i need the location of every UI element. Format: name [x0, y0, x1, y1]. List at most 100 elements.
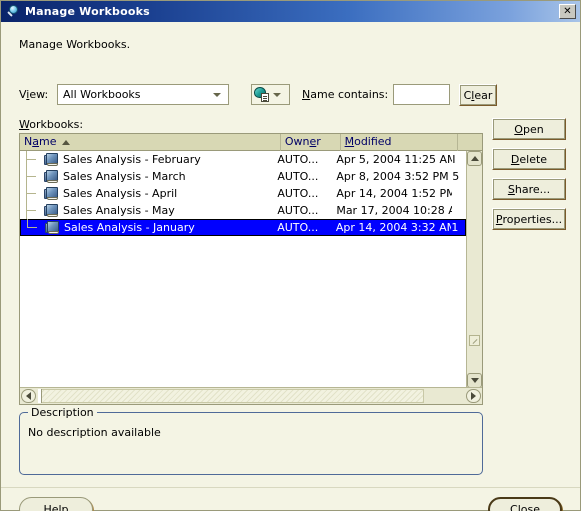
- workbook-icon: [44, 170, 59, 183]
- workbook-icon: [44, 187, 59, 200]
- triangle-right-icon: [471, 392, 476, 400]
- row-name-cell: Sales Analysis - February: [20, 151, 277, 168]
- row-owner-cell: AUTO...: [277, 153, 319, 166]
- triangle-up-icon: [470, 156, 479, 161]
- share-button-post: hare...: [514, 182, 551, 196]
- row-extra-cell: I: [452, 153, 456, 166]
- close-button[interactable]: Cl ose: [488, 497, 562, 511]
- clear-button-post: ear: [474, 88, 493, 102]
- row-modified-cell: Apr 14, 2004 3:32 AM: [335, 221, 452, 234]
- column-header-modified-post: odified: [354, 134, 392, 148]
- table-row[interactable]: Sales Analysis - May AUTO... Mar 17, 2004 …: [20, 202, 466, 219]
- manage-workbooks-dialog: Manage Workbooks ✕ Manage Workbooks. Vie…: [0, 0, 581, 511]
- table-row[interactable]: Sales Analysis - January AUTO... Apr 14, 2…: [20, 219, 466, 236]
- tree-connector-icon: [20, 202, 44, 219]
- delete-button-post: elete: [519, 152, 548, 166]
- description-legend: Description: [28, 406, 97, 419]
- row-owner-cell: AUTO...: [277, 221, 319, 234]
- vertical-scrollbar[interactable]: [466, 151, 482, 388]
- view-dropdown-value: All Workbooks: [63, 88, 141, 101]
- help-button[interactable]: Help: [19, 497, 93, 511]
- row-name-cell: Sales Analysis - May: [20, 202, 277, 219]
- clear-button[interactable]: Cl ear: [459, 84, 497, 106]
- filter-toolbar: View: All Workbooks Name contains: Cl ear: [19, 84, 497, 106]
- footer-divider: [1, 487, 580, 488]
- workbook-icon: [45, 221, 60, 234]
- triangle-down-icon: [470, 378, 479, 383]
- column-header-modified-mnemonic: M: [344, 134, 355, 148]
- scroll-up-button[interactable]: [467, 151, 482, 166]
- table-row[interactable]: Sales Analysis - April AUTO... Apr 14, 200…: [20, 185, 466, 202]
- column-header-owner-post: r: [316, 134, 321, 148]
- view-label-post: ew:: [29, 88, 49, 101]
- row-name-cell: Sales Analysis - January: [21, 219, 277, 236]
- workbooks-rows: Sales Analysis - February AUTO... Apr 5, 2…: [20, 151, 466, 388]
- magnifier-icon: [5, 4, 21, 20]
- name-contains-mnemonic: N: [302, 88, 311, 101]
- sort-ascending-icon: [62, 139, 71, 145]
- tree-connector-icon: [20, 151, 44, 168]
- column-header-modified[interactable]: Modified: [341, 134, 459, 151]
- row-owner-cell: AUTO...: [277, 204, 319, 217]
- intro-text: Manage Workbooks.: [19, 38, 131, 51]
- row-name-text: Sales Analysis - May: [63, 204, 175, 217]
- horizontal-scrollbar-thumb[interactable]: [38, 389, 424, 403]
- workbooks-label-post: orkbooks:: [29, 118, 84, 131]
- column-header-owner-pre: Own: [284, 134, 310, 148]
- column-header-name-post: me: [38, 135, 57, 148]
- column-header-owner[interactable]: Owner: [281, 134, 341, 151]
- table-row[interactable]: Sales Analysis - March AUTO... Apr 8, 2004…: [20, 168, 466, 185]
- workbooks-list-panel: Na me Owner Modified Sales Analysis - Feb…: [19, 133, 483, 405]
- open-button[interactable]: Open: [492, 118, 566, 140]
- workbook-icon: [44, 153, 59, 166]
- name-contains-label-post: ame contains:: [310, 88, 389, 101]
- view-type-dropdown[interactable]: [251, 84, 290, 105]
- share-button[interactable]: Share...: [492, 178, 566, 200]
- column-header-extra[interactable]: [458, 134, 482, 151]
- row-modified-cell: Apr 14, 2004 1:52 PM: [336, 187, 453, 200]
- row-name-text: Sales Analysis - January: [64, 221, 195, 234]
- delete-button-mnemonic: D: [510, 152, 520, 166]
- row-extra-cell: 5: [452, 170, 460, 183]
- view-dropdown[interactable]: All Workbooks: [57, 84, 229, 105]
- row-modified-cell: Apr 8, 2004 3:52 PM: [336, 170, 449, 183]
- name-contains-input[interactable]: [393, 84, 450, 105]
- horizontal-scrollbar-thumb-cap: [38, 389, 42, 403]
- globe-document-icon: [254, 86, 271, 103]
- triangle-left-icon: [26, 392, 31, 400]
- row-owner-cell: AUTO...: [277, 187, 319, 200]
- table-row[interactable]: Sales Analysis - February AUTO... Apr 5, 2…: [20, 151, 466, 168]
- resize-grip-icon[interactable]: [469, 335, 480, 346]
- row-owner-cell: AUTO...: [277, 170, 319, 183]
- properties-button-post: roperties...: [502, 212, 563, 226]
- chevron-down-icon: [273, 92, 281, 97]
- delete-button[interactable]: Delete: [492, 148, 566, 170]
- scroll-right-button[interactable]: [466, 389, 481, 403]
- close-button-post: ose: [520, 503, 540, 511]
- properties-button-mnemonic: P: [495, 212, 503, 226]
- row-name-text: Sales Analysis - March: [63, 170, 186, 183]
- view-label: View:: [19, 88, 48, 101]
- name-contains-label: Name contains:: [302, 88, 388, 101]
- open-button-post: pen: [522, 122, 544, 136]
- scroll-left-button[interactable]: [21, 389, 36, 403]
- window-title: Manage Workbooks: [25, 5, 150, 18]
- clear-button-pre: C: [463, 88, 472, 102]
- row-extra-cell: 1: [451, 221, 459, 234]
- horizontal-scrollbar[interactable]: [20, 387, 482, 404]
- close-icon[interactable]: ✕: [559, 4, 576, 19]
- share-button-mnemonic: S: [507, 182, 515, 196]
- column-header-name[interactable]: Na me: [20, 134, 281, 151]
- row-name-text: Sales Analysis - February: [63, 153, 201, 166]
- properties-button[interactable]: Properties...: [492, 208, 566, 230]
- help-button-mnemonic: H: [43, 503, 52, 511]
- row-name-text: Sales Analysis - April: [63, 187, 178, 200]
- tree-connector-icon: [21, 219, 45, 236]
- description-group: Description No description available: [19, 406, 483, 475]
- workbooks-label-mnemonic: W: [19, 118, 30, 131]
- scroll-down-button[interactable]: [467, 373, 482, 388]
- column-header-name-pre: N: [24, 135, 33, 148]
- workbooks-label: Workbooks:: [19, 118, 83, 131]
- row-modified-cell: Apr 5, 2004 11:25 AM: [336, 153, 453, 166]
- row-name-cell: Sales Analysis - April: [20, 185, 277, 202]
